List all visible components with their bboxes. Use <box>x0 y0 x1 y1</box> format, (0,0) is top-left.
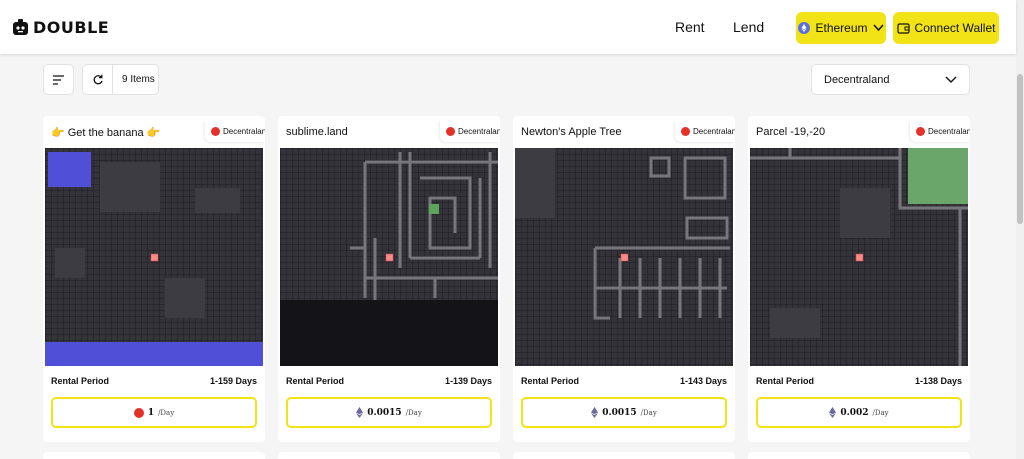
land-card[interactable]: Parcel -19,-20 Decentraland Rental Perio… <box>748 116 970 442</box>
logo-text: DOUBLE <box>33 18 110 37</box>
collection-badge: Decentraland <box>205 120 265 142</box>
collection-badge: Decentraland <box>440 120 500 142</box>
filter-menu-button[interactable] <box>43 64 74 95</box>
price-value: 0.0015 <box>367 407 402 418</box>
price-value: 0.002 <box>840 407 869 418</box>
mana-icon <box>916 126 925 136</box>
card-title: Parcel -19,-20 <box>756 126 826 138</box>
network-label: Ethereum <box>815 21 868 35</box>
price-unit: /Day <box>158 408 175 417</box>
card-title: 👉 Get the banana 👉 <box>51 127 161 139</box>
price-value: 1 <box>147 407 155 418</box>
collection-select-label: Decentraland <box>824 73 890 86</box>
nav-rent-link[interactable]: Rent <box>675 19 705 35</box>
land-card-next-row[interactable] <box>43 452 265 459</box>
price-button[interactable]: 0.0015 /Day <box>286 397 492 428</box>
collection-badge-label: Decentraland <box>928 126 970 136</box>
collection-badge: Decentraland <box>910 120 970 142</box>
land-map-image <box>280 148 498 366</box>
price-unit: /Day <box>405 408 422 417</box>
chevron-down-icon <box>945 76 957 83</box>
page-scrollbar[interactable] <box>1016 0 1024 459</box>
card-title: sublime.land <box>286 126 348 138</box>
robot-logo-icon <box>13 19 28 35</box>
wallet-icon <box>896 22 910 34</box>
collection-badge-label: Decentraland <box>458 126 500 136</box>
rental-period-value: 1-139 Days <box>444 376 492 386</box>
land-card[interactable]: sublime.land Decentraland Rental Period … <box>278 116 500 442</box>
scrollbar-thumb[interactable] <box>1017 74 1023 224</box>
land-card-next-row[interactable] <box>513 452 735 459</box>
mana-icon <box>446 126 455 136</box>
card-title: Newton's Apple Tree <box>521 126 622 138</box>
rental-period-label: Rental Period <box>51 376 110 386</box>
price-unit: /Day <box>640 408 657 417</box>
eth-icon <box>591 407 599 418</box>
land-map-image <box>45 148 263 366</box>
mana-icon <box>133 407 144 418</box>
connect-wallet-label: Connect Wallet <box>914 21 996 35</box>
collection-badge: Decentraland <box>675 120 735 142</box>
refresh-control: 9 Items <box>82 64 159 95</box>
nav-lend-link[interactable]: Lend <box>733 19 764 35</box>
eth-icon <box>829 407 837 418</box>
land-card[interactable]: 👉 Get the banana 👉 Decentraland Rental P… <box>43 116 265 442</box>
rental-period-value: 1-159 Days <box>209 376 257 386</box>
rental-period-label: Rental Period <box>756 376 815 386</box>
chevron-down-icon <box>872 24 884 32</box>
mana-icon <box>211 126 220 136</box>
network-select-button[interactable]: Ethereum <box>796 12 886 44</box>
collection-badge-label: Decentraland <box>693 126 735 136</box>
rental-period-value: 1-143 Days <box>679 376 727 386</box>
mana-icon <box>681 126 690 136</box>
land-map-image <box>515 148 733 366</box>
land-card-next-row[interactable] <box>278 452 500 459</box>
refresh-icon <box>93 74 103 84</box>
ethereum-network-icon <box>798 22 811 34</box>
land-map-image <box>750 148 968 366</box>
collection-select[interactable]: Decentraland <box>811 64 970 95</box>
price-button[interactable]: 0.0015 /Day <box>521 397 727 428</box>
refresh-button[interactable] <box>83 65 113 94</box>
price-button[interactable]: 1 /Day <box>51 397 257 428</box>
eth-icon <box>356 407 364 418</box>
top-navbar: DOUBLE Rent Lend Ethereum Connect Wallet <box>0 0 1016 54</box>
filter-lines-icon <box>53 74 64 85</box>
connect-wallet-button[interactable]: Connect Wallet <box>893 12 999 44</box>
land-card[interactable]: Newton's Apple Tree Decentraland Rental … <box>513 116 735 442</box>
rental-period-label: Rental Period <box>286 376 345 386</box>
items-count: 9 Items <box>122 74 155 85</box>
price-value: 0.0015 <box>602 407 637 418</box>
collection-badge-label: Decentraland <box>223 126 265 136</box>
land-card-next-row[interactable] <box>748 452 970 459</box>
rental-period-value: 1-138 Days <box>914 376 962 386</box>
price-unit: /Day <box>872 408 889 417</box>
rental-period-label: Rental Period <box>521 376 580 386</box>
price-button[interactable]: 0.002 /Day <box>756 397 962 428</box>
logo[interactable]: DOUBLE <box>12 18 109 37</box>
